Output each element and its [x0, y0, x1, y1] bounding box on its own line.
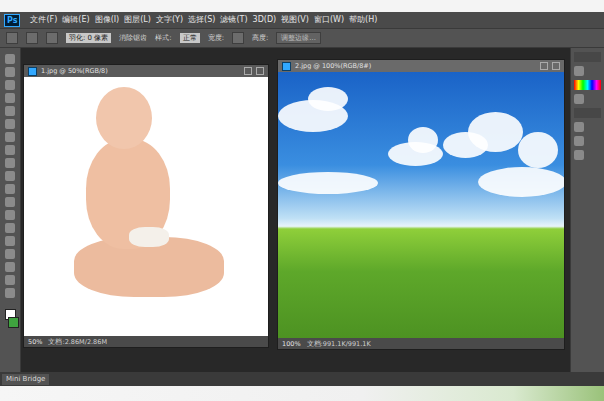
options-bar: 羽化: 0 像素消除锯齿样式: 正常宽度: 高度: 调整边缘... [0, 29, 604, 48]
panel-header [574, 52, 601, 62]
tool-icon[interactable] [5, 171, 15, 181]
close-icon[interactable] [552, 62, 560, 70]
menu-item[interactable]: 3D(D) [252, 14, 278, 26]
tool-icon[interactable] [5, 236, 15, 246]
tool-icon[interactable] [5, 275, 15, 285]
menu-item[interactable]: 文字(Y) [155, 14, 184, 26]
document-window[interactable]: 2.jpg @ 100%(RGB/8#) 100% 文档:991.1K/991.1K [277, 59, 565, 350]
minimize-icon[interactable] [540, 62, 548, 70]
antialias-checkbox[interactable]: 消除锯齿 [119, 33, 147, 43]
status-bar: 100% 文档:991.1K/991.1K [278, 338, 564, 349]
tool-icon[interactable] [5, 106, 15, 116]
new-selection-icon[interactable] [26, 32, 38, 44]
menu-item[interactable]: 选择(S) [187, 14, 216, 26]
cloud [468, 112, 523, 152]
tool-icon[interactable] [5, 67, 15, 77]
tool-icon[interactable] [5, 262, 15, 272]
ps-document-icon [282, 62, 291, 71]
tools-panel [0, 48, 21, 372]
tool-icon[interactable] [5, 223, 15, 233]
panel-header [574, 108, 601, 118]
document-canvas[interactable] [24, 77, 268, 336]
bottom-bar: Mini Bridge [0, 372, 604, 386]
tool-icon[interactable] [5, 158, 15, 168]
tool-icon[interactable] [5, 145, 15, 155]
document-title: 2.jpg @ 100%(RGB/8#) [295, 61, 536, 71]
tool-icon[interactable] [5, 288, 15, 298]
menu-item[interactable]: 图像(I) [94, 14, 121, 26]
photoshop-window: Ps 文件(F)编辑(E) 图像(I)图层(L)文字(Y)选择(S)滤镜(T) 3D(… [0, 0, 604, 401]
color-spectrum[interactable] [574, 80, 601, 90]
menu-item[interactable]: 窗口(W) [313, 14, 345, 26]
cloud [478, 167, 564, 197]
ps-document-icon [28, 67, 37, 76]
baby-diaper [129, 227, 169, 247]
menu-item[interactable]: 滤镜(T) [219, 14, 248, 26]
ps-logo-icon[interactable]: Ps [4, 14, 20, 27]
paths-icon[interactable] [574, 150, 584, 160]
cloud [408, 127, 438, 153]
mini-bridge-tab[interactable]: Mini Bridge [2, 374, 49, 385]
tool-icon[interactable] [5, 210, 15, 220]
document-tab[interactable]: 2.jpg @ 100%(RGB/8#) [278, 60, 564, 72]
style-dropdown[interactable]: 正常 [180, 33, 200, 43]
tool-icon[interactable] [5, 119, 15, 129]
tool-icon[interactable] [5, 184, 15, 194]
baby-head [96, 87, 152, 149]
minimize-icon[interactable] [244, 67, 252, 75]
tool-icon[interactable] [5, 80, 15, 90]
height-label: 高度: [252, 33, 268, 43]
background-color-icon[interactable] [8, 317, 19, 328]
width-label: 宽度: [208, 33, 224, 43]
tool-icon[interactable] [5, 197, 15, 207]
menu-item[interactable]: 视图(V) [280, 14, 310, 26]
tool-icon[interactable] [5, 249, 15, 259]
adjustments-icon[interactable] [574, 94, 584, 104]
color-panel-icon[interactable] [574, 66, 584, 76]
channels-icon[interactable] [574, 136, 584, 146]
status-bar: 50% 文档:2.86M/2.86M [24, 336, 268, 347]
cloud [278, 172, 378, 194]
feather-field[interactable]: 羽化: 0 像素 [66, 33, 111, 43]
document-info: 文档:991.1K/991.1K [307, 339, 371, 349]
cloud [308, 87, 348, 111]
menu-item[interactable]: 文件(F) [29, 14, 58, 26]
tool-icon[interactable] [5, 93, 15, 103]
zoom-level[interactable]: 100% [282, 339, 301, 349]
tool-icon[interactable] [5, 132, 15, 142]
layers-icon[interactable] [574, 122, 584, 132]
menu-bar: Ps 文件(F)编辑(E) 图像(I)图层(L)文字(Y)选择(S)滤镜(T) 3D(… [0, 12, 604, 29]
landscape-photo [278, 72, 564, 338]
baby-photo [24, 77, 268, 336]
document-tab[interactable]: 1.jpg @ 50%(RGB/8) [24, 65, 268, 77]
document-canvas[interactable] [278, 72, 564, 338]
menu-item[interactable]: 编辑(E) [61, 14, 90, 26]
menu-item[interactable]: 帮助(H) [348, 14, 378, 26]
zoom-level[interactable]: 50% [28, 337, 42, 347]
panels-dock [570, 48, 604, 372]
desktop-strip [0, 386, 604, 401]
cloud [518, 132, 558, 168]
refine-edge-button[interactable]: 调整边缘... [276, 32, 321, 44]
tool-icon[interactable] [5, 54, 15, 64]
workspace: 1.jpg @ 50%(RGB/8) 50% 文档:2.86M/2.86M 2.jpg… [21, 48, 570, 372]
document-info: 文档:2.86M/2.86M [48, 337, 107, 347]
marquee-tool-icon[interactable] [6, 32, 18, 44]
document-window[interactable]: 1.jpg @ 50%(RGB/8) 50% 文档:2.86M/2.86M [23, 64, 269, 348]
close-icon[interactable] [256, 67, 264, 75]
add-selection-icon[interactable] [46, 32, 58, 44]
top-strip [0, 0, 604, 12]
main-area: 1.jpg @ 50%(RGB/8) 50% 文档:2.86M/2.86M 2.jpg… [0, 48, 604, 372]
swap-icon[interactable] [232, 32, 244, 44]
document-title: 1.jpg @ 50%(RGB/8) [41, 66, 240, 76]
menu-item[interactable]: 图层(L) [123, 14, 152, 26]
style-label: 样式: [155, 33, 171, 43]
